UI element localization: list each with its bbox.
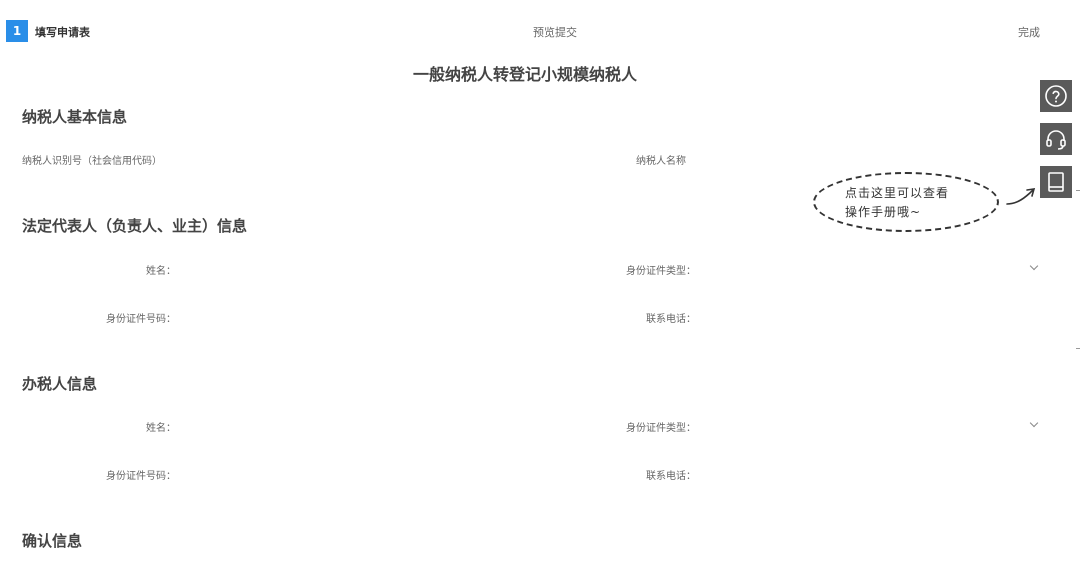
help-bubble-text: 点击这里可以查看 操作手册哦~ [845,184,949,222]
question-icon [1045,85,1067,107]
step-3-label: 完成 [1018,26,1040,39]
tax-agent-id-type-dropdown-chevron-icon[interactable] [1029,418,1039,428]
legal-rep-name-label: 姓名： [146,266,176,277]
step-progress: 1 填写申请表 预览提交 完成 [0,20,1080,44]
section-title-confirm: 确认信息 [22,532,83,550]
tax-agent-phone-label: 联系电话： [646,471,696,482]
page-title: 一般纳税人转登记小规模纳税人 [412,65,637,84]
legal-rep-id-number-label: 身份证件号码： [106,314,176,325]
taxpayer-id-label: 纳税人识别号（社会信用代码） [22,156,162,167]
legal-rep-phone-label: 联系电话： [646,314,696,325]
tax-agent-id-type-label: 身份证件类型： [626,423,696,434]
step-1-label: 填写申请表 [35,26,90,39]
section-title-basic-info: 纳税人基本信息 [22,108,128,126]
tax-agent-name-label: 姓名： [146,423,176,434]
legal-rep-id-type-dropdown-chevron-icon[interactable] [1029,261,1039,271]
customer-service-button[interactable] [1040,123,1072,155]
step-2-label: 预览提交 [533,26,577,39]
section-title-tax-agent: 办税人信息 [22,375,98,393]
manual-button[interactable] [1040,166,1072,198]
taxpayer-name-label: 纳税人名称 [636,156,686,167]
headset-icon [1046,130,1066,150]
manual-book-icon [1048,172,1064,192]
scrollbar-mark [1076,348,1080,349]
help-bubble-line-2: 操作手册哦~ [845,205,922,219]
tax-agent-id-number-label: 身份证件号码： [106,471,176,482]
help-bubble-line-1: 点击这里可以查看 [845,186,950,200]
step-1-number: 1 [6,20,28,42]
legal-rep-id-type-label: 身份证件类型： [626,266,696,277]
help-button[interactable] [1040,80,1072,112]
section-title-legal-rep: 法定代表人（负责人、业主）信息 [22,217,248,235]
scrollbar-mark [1076,190,1080,191]
bubble-arrow-icon [1006,188,1036,205]
